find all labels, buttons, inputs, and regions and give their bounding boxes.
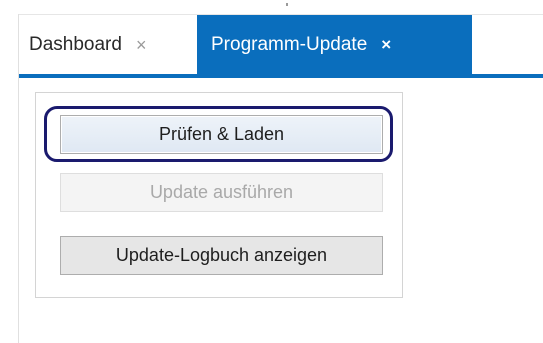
run-update-button: Update ausführen (60, 173, 383, 212)
tab-dashboard[interactable]: Dashboard × (19, 15, 197, 74)
show-update-log-button[interactable]: Update-Logbuch anzeigen (60, 236, 383, 275)
active-tab-underline (19, 74, 543, 78)
close-icon[interactable]: × (136, 36, 147, 54)
tab-bar: Dashboard × Programm-Update × (19, 15, 543, 74)
tab-dashboard-label: Dashboard (29, 33, 122, 55)
top-tick-mark (286, 3, 288, 6)
check-and-load-button[interactable]: Prüfen & Laden (60, 115, 383, 154)
tab-programm-update-label: Programm-Update (211, 33, 368, 55)
tab-programm-update[interactable]: Programm-Update × (197, 15, 472, 74)
close-icon[interactable]: × (381, 36, 391, 53)
app-window: Dashboard × Programm-Update × Prüfen & L… (0, 0, 543, 343)
